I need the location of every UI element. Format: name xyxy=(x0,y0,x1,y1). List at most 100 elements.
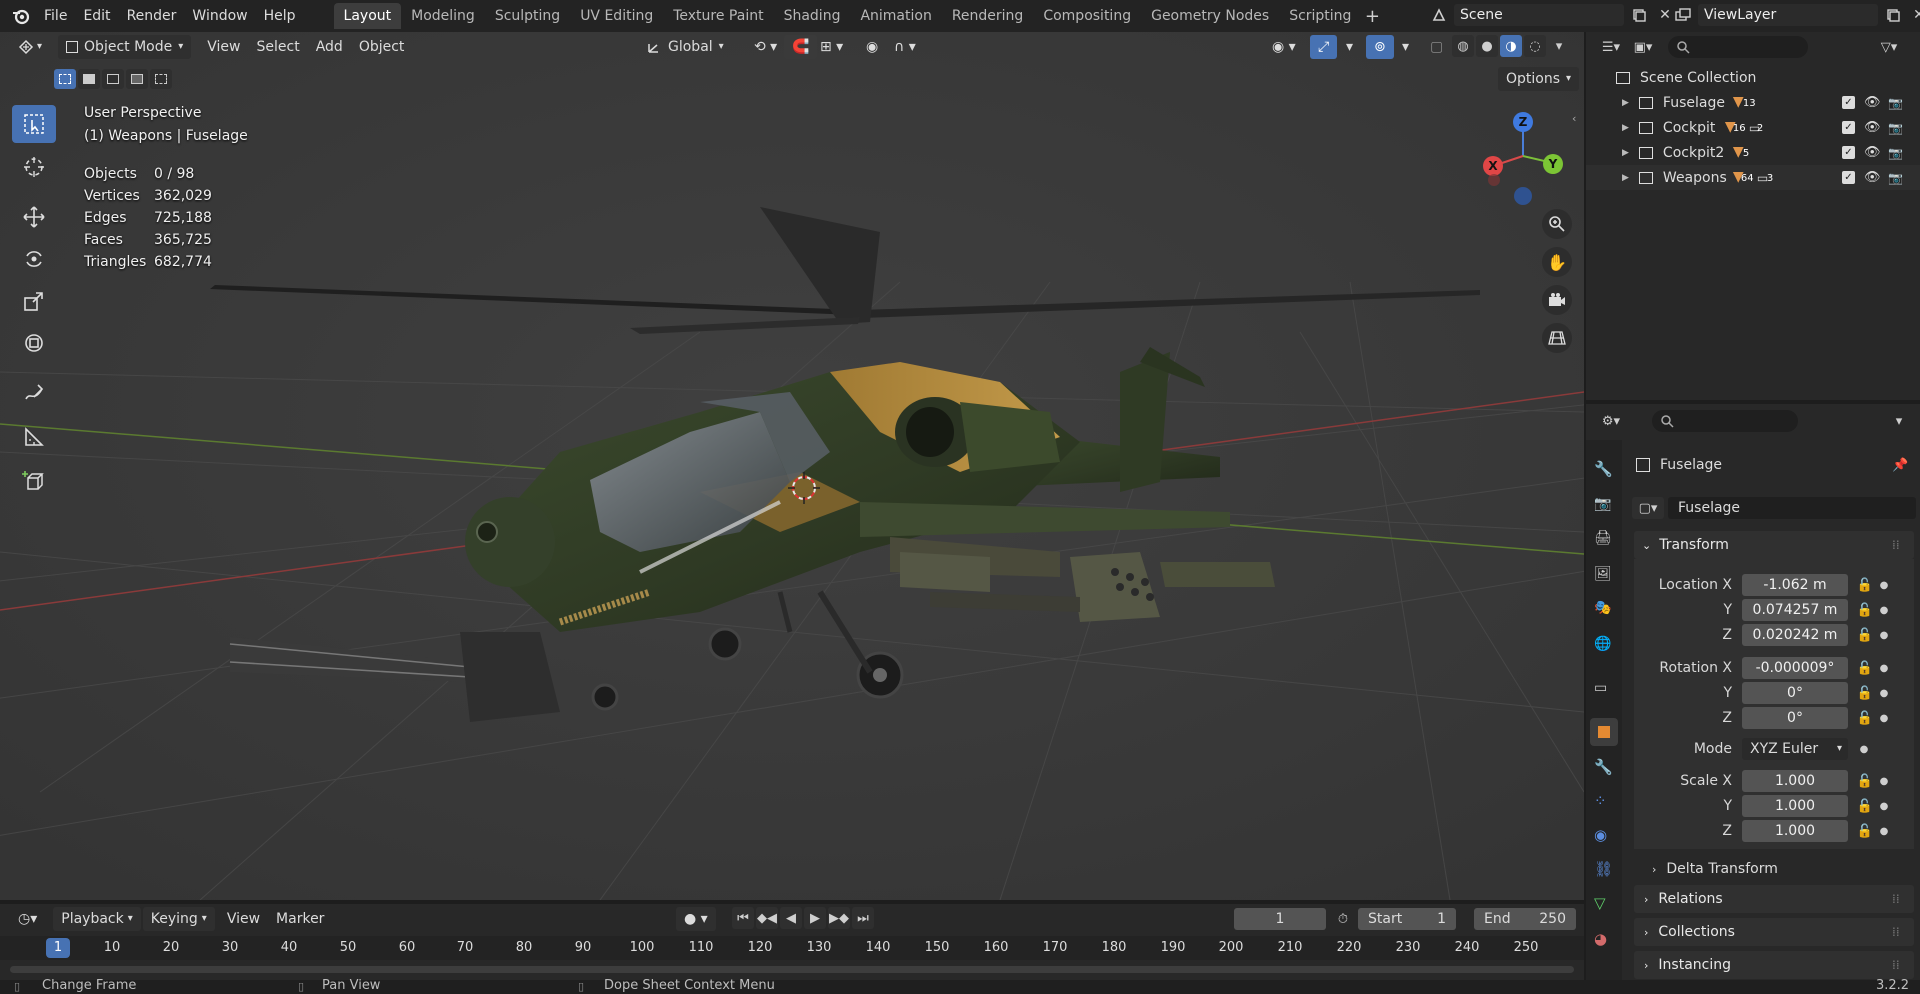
location-x-field[interactable]: -1.062 m xyxy=(1742,574,1848,596)
preview-range-clock-icon[interactable]: ⏱ xyxy=(1332,908,1354,930)
world-tab-icon[interactable]: 🌐 xyxy=(1594,636,1611,652)
camera-render-icon[interactable]: 📷 xyxy=(1888,171,1903,185)
workspace-tab-geometry-nodes[interactable]: Geometry Nodes xyxy=(1141,3,1279,29)
delta-transform-subpanel[interactable]: › Delta Transform xyxy=(1646,856,1910,882)
viewport-scene[interactable] xyxy=(0,32,1584,900)
camera-render-icon[interactable]: 📷 xyxy=(1888,121,1903,135)
scene-tab-icon[interactable]: 🎭 xyxy=(1594,600,1611,616)
lock-icon[interactable]: 🔓 xyxy=(1854,628,1876,643)
play-icon[interactable]: ▶ xyxy=(804,907,826,929)
outliner-search-input[interactable] xyxy=(1668,36,1808,58)
proportional-editing-icon[interactable]: ◉ xyxy=(858,35,886,59)
outliner-row-weapons[interactable]: ▶ Weapons ▼ 64 ▭ 3 ✓ 👁 📷 xyxy=(1586,165,1920,190)
panel-drag-handle-icon[interactable]: ⁞⁞ xyxy=(1892,925,1900,939)
add-cube-tool[interactable] xyxy=(12,462,56,500)
rotation-z-field[interactable]: 0° xyxy=(1742,707,1848,729)
rotation-mode-dropdown[interactable]: XYZ Euler ▾ xyxy=(1742,738,1848,760)
annotate-tool[interactable] xyxy=(12,374,56,412)
output-tab-icon[interactable]: 🖨 xyxy=(1594,530,1612,546)
workspace-tab-sculpting[interactable]: Sculpting xyxy=(485,3,570,29)
lock-icon[interactable]: 🔓 xyxy=(1854,661,1876,676)
playback-menu[interactable]: Playback ▾ xyxy=(53,907,141,931)
zoom-icon[interactable] xyxy=(1542,209,1572,239)
keyframe-dot-icon[interactable]: ● xyxy=(1876,605,1892,616)
wireframe-shading-icon[interactable]: ◍ xyxy=(1452,35,1474,57)
jump-to-previous-keyframe-icon[interactable]: ◆◀ xyxy=(756,907,778,929)
menu-edit[interactable]: Edit xyxy=(75,4,118,28)
keyframe-dot-icon[interactable]: ● xyxy=(1876,713,1892,724)
panel-drag-handle-icon[interactable]: ⁞⁞ xyxy=(1892,958,1900,972)
object-data-tab-icon[interactable]: ▽ xyxy=(1594,894,1606,912)
viewport-menu-view[interactable]: View xyxy=(199,35,248,59)
end-frame-field[interactable]: End 250 xyxy=(1474,908,1576,930)
menu-file[interactable]: File xyxy=(36,4,75,28)
jump-to-end-icon[interactable]: ⏭ xyxy=(852,907,874,929)
transform-orientation-dropdown[interactable]: Global ▾ xyxy=(638,35,732,59)
outliner-filter-icon[interactable]: ▽▾ xyxy=(1878,36,1900,58)
camera-render-icon[interactable]: 📷 xyxy=(1888,96,1903,110)
viewport-menu-object[interactable]: Object xyxy=(351,35,413,59)
workspace-tab-modeling[interactable]: Modeling xyxy=(401,3,485,29)
lock-icon[interactable]: 🔓 xyxy=(1854,578,1876,593)
scene-selector-icon[interactable] xyxy=(1428,4,1450,26)
keyframe-dot-icon[interactable]: ● xyxy=(1876,826,1892,837)
eye-icon[interactable]: 👁 xyxy=(1864,170,1881,185)
workspace-tab-scripting[interactable]: Scripting xyxy=(1279,3,1361,29)
shading-options-dropdown[interactable]: ▾ xyxy=(1548,35,1570,57)
expand-arrow-icon[interactable]: ▶ xyxy=(1622,98,1629,108)
eye-icon[interactable]: 👁 xyxy=(1864,95,1881,110)
lock-icon[interactable]: 🔓 xyxy=(1854,711,1876,726)
tool-tab-icon[interactable]: 🔧 xyxy=(1594,460,1613,478)
object-name-field[interactable]: Fuselage xyxy=(1668,497,1916,519)
keyframe-dot-icon[interactable]: ● xyxy=(1876,630,1892,641)
object-datablock-selector[interactable]: ▢▾ xyxy=(1632,497,1664,519)
add-workspace-icon[interactable]: + xyxy=(1361,5,1383,27)
object-tab-icon[interactable] xyxy=(1590,718,1618,746)
panel-drag-handle-icon[interactable]: ⁞⁞ xyxy=(1892,538,1900,552)
panel-drag-handle-icon[interactable]: ⁞⁞ xyxy=(1892,892,1900,906)
workspace-tab-rendering[interactable]: Rendering xyxy=(942,3,1034,29)
scale-tool[interactable] xyxy=(12,282,56,320)
lock-icon[interactable]: 🔓 xyxy=(1854,686,1876,701)
new-scene-icon[interactable] xyxy=(1628,4,1650,26)
blender-logo-icon[interactable] xyxy=(6,4,36,28)
properties-search-input[interactable] xyxy=(1652,410,1798,432)
collapse-sidebar-icon[interactable]: ‹ xyxy=(1572,112,1576,125)
workspace-tab-texture-paint[interactable]: Texture Paint xyxy=(663,3,773,29)
outliner-row-cockpit[interactable]: ▶ Cockpit ▼ 16 ▭ 2 ✓ 👁 📷 xyxy=(1586,115,1920,140)
collection-tab-icon[interactable]: ▭ xyxy=(1594,680,1607,696)
eye-icon[interactable]: 👁 xyxy=(1864,120,1881,135)
render-tab-icon[interactable]: 📷 xyxy=(1594,496,1611,512)
keyframe-dot-icon[interactable]: ● xyxy=(1876,580,1892,591)
keyframe-dot-icon[interactable]: ● xyxy=(1876,801,1892,812)
camera-render-icon[interactable]: 📷 xyxy=(1888,146,1903,160)
keying-menu[interactable]: Keying ▾ xyxy=(142,907,215,931)
workspace-tab-animation[interactable]: Animation xyxy=(850,3,941,29)
properties-options-dropdown[interactable]: ▾ xyxy=(1888,410,1910,432)
material-tab-icon[interactable]: ◕ xyxy=(1594,930,1607,948)
workspace-tab-uv-editing[interactable]: UV Editing xyxy=(570,3,663,29)
modifier-tab-icon[interactable]: 🔧 xyxy=(1594,758,1613,776)
expand-arrow-icon[interactable]: ▶ xyxy=(1622,173,1629,183)
relations-panel-header[interactable]: › Relations ⁞⁞ xyxy=(1634,885,1914,913)
jump-to-next-keyframe-icon[interactable]: ▶◆ xyxy=(828,907,850,929)
viewport-menu-select[interactable]: Select xyxy=(249,35,308,59)
scene-name-field[interactable]: Scene xyxy=(1454,4,1624,26)
camera-view-icon[interactable] xyxy=(1542,285,1572,315)
jump-to-start-icon[interactable]: ⏮ xyxy=(732,907,754,929)
navigation-gizmo[interactable]: Z X Y xyxy=(1478,104,1568,214)
workspace-tab-layout[interactable]: Layout xyxy=(333,3,402,29)
timeline-scrollbar[interactable] xyxy=(10,966,1574,973)
exclude-checkbox[interactable]: ✓ xyxy=(1842,171,1855,184)
delete-view-layer-icon[interactable]: ✕ xyxy=(1908,4,1920,26)
menu-window[interactable]: Window xyxy=(184,4,255,28)
pan-hand-icon[interactable]: ✋ xyxy=(1542,247,1572,277)
properties-editor-type-icon[interactable]: ⚙▾ xyxy=(1600,410,1622,432)
location-z-field[interactable]: 0.020242 m xyxy=(1742,624,1848,646)
overlays-dropdown[interactable]: ▾ xyxy=(1394,35,1417,59)
start-frame-field[interactable]: Start 1 xyxy=(1358,908,1456,930)
menu-help[interactable]: Help xyxy=(256,4,304,28)
scene-collection-row[interactable]: Scene Collection xyxy=(1586,65,1920,90)
gizmo-toggle-icon[interactable]: ⤢ xyxy=(1310,35,1338,59)
3d-viewport[interactable]: ▾ Object Mode ▾ View Select Add Object G… xyxy=(0,32,1584,900)
